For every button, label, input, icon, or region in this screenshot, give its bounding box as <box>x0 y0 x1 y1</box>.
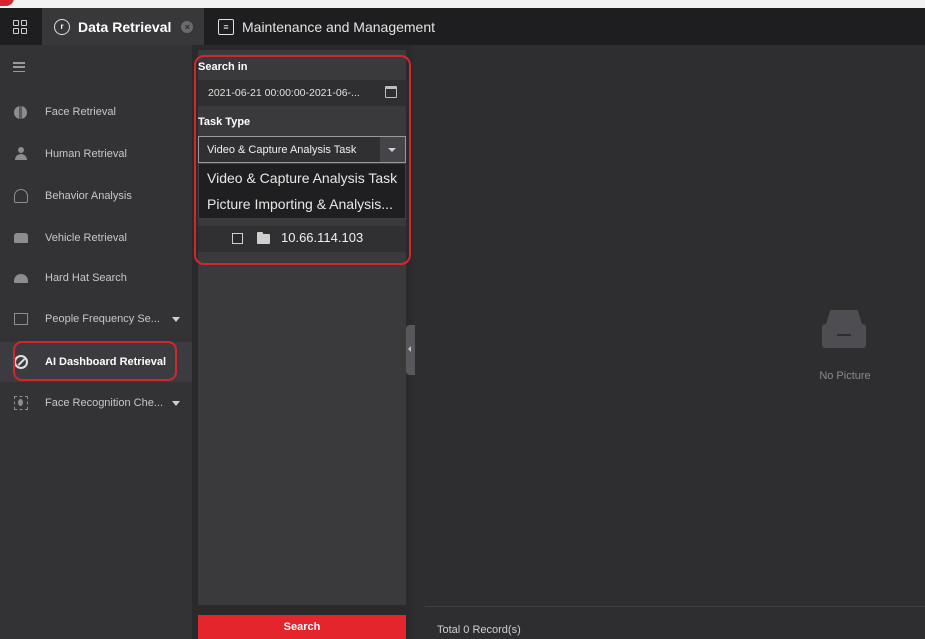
chevron-down-icon[interactable] <box>380 137 405 162</box>
chevron-down-icon[interactable] <box>172 400 180 406</box>
behavior-icon <box>13 189 28 204</box>
sidebar-item-vehicle-retrieval[interactable]: Vehicle Retrieval <box>0 218 192 258</box>
sidebar-item-human-retrieval[interactable]: Human Retrieval <box>0 134 192 174</box>
sidebar-item-ai-dashboard[interactable]: AI Dashboard Retrieval <box>0 342 192 382</box>
human-icon <box>13 147 28 162</box>
search-button[interactable]: Search <box>198 615 406 639</box>
tab-label: Maintenance and Management <box>242 18 436 35</box>
sidebar-item-label: Vehicle Retrieval <box>45 232 127 244</box>
data-retrieval-icon: r <box>54 18 70 35</box>
sidebar-item-label: Face Retrieval <box>45 106 116 118</box>
tab-data-retrieval[interactable]: r Data Retrieval × <box>42 8 204 45</box>
search-in-label: Search in <box>198 61 248 73</box>
menu-icon[interactable] <box>13 62 25 72</box>
dropdown-option-video-capture[interactable]: Video & Capture Analysis Task <box>207 170 403 186</box>
sidebar-item-label: People Frequency Se... <box>45 313 160 325</box>
face-retrieval-icon <box>13 105 28 120</box>
sidebar-item-hard-hat-search[interactable]: Hard Hat Search <box>0 258 192 298</box>
task-type-select[interactable]: Video & Capture Analysis Task <box>198 136 406 163</box>
device-label: 10.66.114.103 <box>281 230 364 245</box>
task-type-dropdown: Video & Capture Analysis Task Picture Im… <box>198 163 406 219</box>
sidebar-item-people-frequency[interactable]: People Frequency Se... <box>0 299 192 339</box>
date-range-value: 2021-06-21 00:00:00-2021-06-... <box>208 87 360 99</box>
no-picture-text: No Picture <box>819 370 871 382</box>
chart-icon <box>13 312 28 327</box>
sidebar-item-label: Hard Hat Search <box>45 272 127 284</box>
sidebar-item-label: Human Retrieval <box>45 148 127 160</box>
tab-label: Data Retrieval <box>78 18 172 35</box>
empty-tray-icon <box>822 310 866 350</box>
logo-icon <box>0 0 14 6</box>
ai-dashboard-icon <box>13 355 28 370</box>
sidebar-item-behavior-analysis[interactable]: Behavior Analysis <box>0 176 192 216</box>
sidebar-item-label: AI Dashboard Retrieval <box>45 356 167 368</box>
collapse-handle[interactable] <box>406 325 415 375</box>
face-recognition-icon <box>13 396 28 411</box>
tab-bar: r Data Retrieval × ≡ Maintenance and Man… <box>0 8 925 45</box>
vehicle-icon <box>13 231 28 246</box>
total-records: Total 0 Record(s) <box>437 624 521 636</box>
filter-panel-body <box>198 50 406 605</box>
apps-grid-icon[interactable] <box>13 20 27 34</box>
chevron-down-icon[interactable] <box>172 316 180 322</box>
app-window: r Data Retrieval × ≡ Maintenance and Man… <box>0 0 925 639</box>
calendar-icon[interactable] <box>385 86 397 98</box>
task-type-label: Task Type <box>198 116 251 128</box>
hard-hat-icon <box>13 271 28 286</box>
title-strip <box>0 0 925 8</box>
dropdown-option-picture-importing[interactable]: Picture Importing & Analysis... <box>207 196 403 212</box>
sidebar-item-label: Face Recognition Che... <box>45 397 164 409</box>
maintenance-icon: ≡ <box>218 18 234 35</box>
sidebar-item-label: Behavior Analysis <box>45 190 132 202</box>
task-type-selected: Video & Capture Analysis Task <box>207 143 357 156</box>
tab-maintenance[interactable]: ≡ Maintenance and Management <box>212 8 442 45</box>
sidebar-item-face-retrieval[interactable]: Face Retrieval <box>0 92 192 132</box>
date-range-input[interactable]: 2021-06-21 00:00:00-2021-06-... <box>198 80 406 106</box>
close-icon[interactable]: × <box>181 20 194 33</box>
sidebar-item-face-recognition[interactable]: Face Recognition Che... <box>0 383 192 423</box>
device-checkbox[interactable] <box>232 233 243 244</box>
folder-icon <box>257 232 270 244</box>
